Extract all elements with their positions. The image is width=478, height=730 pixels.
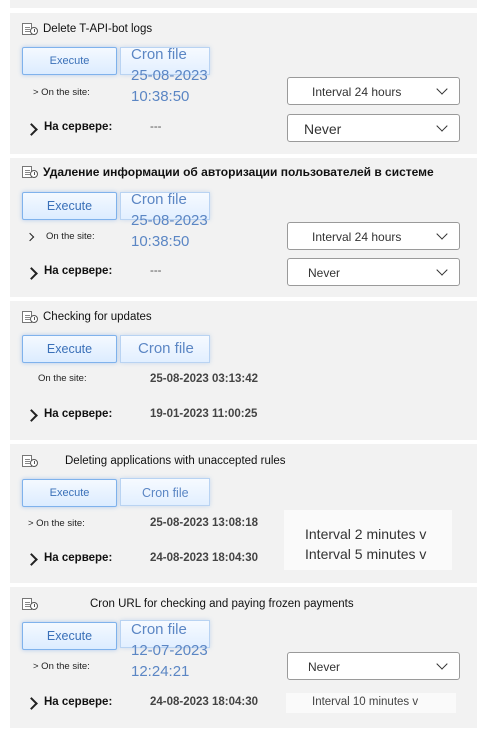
task-title-text: Cron URL for checking and paying frozen … <box>90 598 354 610</box>
server-interval-select[interactable]: Interval 10 minutes v <box>286 693 456 713</box>
task-card: Cron URL for checking and paying frozen … <box>10 587 477 728</box>
on-site-label: On the site: <box>38 373 87 384</box>
task-title-text: Deleting applications with unaccepted ru… <box>65 455 286 467</box>
task-title-text: Удаление информации об авторизации польз… <box>43 165 434 179</box>
task-title: Checking for updates <box>22 310 152 324</box>
on-site-label: On the site: <box>46 231 95 242</box>
cron-file-time: 10:38:50 <box>131 88 190 105</box>
execute-button[interactable]: Execute <box>22 192 117 220</box>
previous-card-edge <box>10 0 477 8</box>
chevron-right-icon[interactable] <box>25 409 38 422</box>
cron-task-icon <box>22 454 40 468</box>
site-interval-value: Never <box>308 660 341 674</box>
server-interval-select[interactable]: Never <box>287 258 460 286</box>
site-interval-select[interactable]: Never <box>287 652 460 680</box>
cron-file-label: Cron file <box>131 46 187 63</box>
chevron-right-icon[interactable] <box>25 267 38 280</box>
cron-file-date: 12-07-2023 <box>131 642 208 659</box>
on-site-label: > On the site: <box>28 518 85 529</box>
chevron-right-icon[interactable] <box>25 697 38 710</box>
on-server-value: --- <box>150 121 162 133</box>
task-title: Cron URL for checking and paying frozen … <box>22 597 354 611</box>
cron-task-icon <box>22 165 40 179</box>
interval-option[interactable]: Interval 5 minutes v <box>305 546 426 562</box>
execute-button[interactable]: Execute <box>22 622 117 650</box>
server-interval-value: Never <box>308 266 341 280</box>
site-interval-select[interactable]: Interval 24 hours <box>287 77 460 105</box>
cron-task-icon <box>22 597 40 611</box>
on-server-label: На сервере: <box>44 121 113 133</box>
execute-button[interactable]: Execute <box>22 47 117 75</box>
task-title: Удаление информации об авторизации польз… <box>22 165 434 179</box>
on-server-value: 19-01-2023 11:00:25 <box>150 408 258 420</box>
on-site-value: 25-08-2023 13:08:18 <box>150 517 259 529</box>
on-server-value: 24-08-2023 18:04:30 <box>150 696 259 708</box>
task-card: Checking for updates Execute Cron file O… <box>10 301 477 440</box>
interval-option[interactable]: Interval 2 minutes v <box>305 526 426 542</box>
on-server-value: --- <box>150 265 162 277</box>
task-card: Deleting applications with unaccepted ru… <box>10 444 477 583</box>
chevron-down-icon <box>436 83 448 95</box>
cron-file-label: Cron file <box>131 621 187 638</box>
on-server-label: На сервере: <box>44 265 113 277</box>
chevron-right-icon[interactable] <box>25 553 38 566</box>
site-interval-value: Interval 24 hours <box>312 230 402 244</box>
task-title-text: Checking for updates <box>43 311 152 323</box>
on-site-value: 25-08-2023 03:13:42 <box>150 373 259 385</box>
on-server-label: На сервере: <box>44 552 113 564</box>
site-interval-value: Interval 24 hours <box>312 85 402 99</box>
chevron-right-icon[interactable] <box>25 123 38 136</box>
chevron-down-icon <box>436 228 448 240</box>
on-server-label: На сервере: <box>44 696 113 708</box>
execute-button[interactable]: Execute <box>22 479 117 507</box>
cron-file-label: Cron file <box>138 340 194 357</box>
task-title: Deleting applications with unaccepted ru… <box>22 454 286 468</box>
cron-task-icon <box>22 22 40 36</box>
cron-file-time: 12:24:21 <box>131 663 190 680</box>
on-site-label: > On the site: <box>33 87 90 98</box>
task-card: Delete T-API-bot logs Execute Cron file … <box>10 13 477 154</box>
chevron-right-icon[interactable] <box>25 232 35 242</box>
chevron-down-icon <box>436 120 448 132</box>
site-interval-select[interactable]: Interval 24 hours <box>287 222 460 250</box>
task-card: Удаление информации об авторизации польз… <box>10 158 477 297</box>
server-interval-value: Interval 10 minutes v <box>312 696 419 708</box>
on-server-label: На сервере: <box>44 408 113 420</box>
server-interval-select[interactable]: Never <box>287 114 460 142</box>
cron-file-time: 10:38:50 <box>131 233 190 250</box>
cron-file-label: Cron file <box>142 486 189 500</box>
on-site-label: > On the site: <box>33 661 90 672</box>
chevron-down-icon <box>436 658 448 670</box>
cron-file-label: Cron file <box>131 191 187 208</box>
task-title: Delete T-API-bot logs <box>22 22 152 36</box>
on-server-value: 24-08-2023 18:04:30 <box>150 552 259 564</box>
cron-file-date: 25-08-2023 <box>131 212 208 229</box>
cron-file-date: 25-08-2023 <box>131 67 208 84</box>
cron-task-icon <box>22 310 40 324</box>
chevron-down-icon <box>436 264 448 276</box>
server-interval-value: Never <box>304 121 342 137</box>
task-title-text: Delete T-API-bot logs <box>43 23 153 35</box>
execute-button[interactable]: Execute <box>22 335 117 363</box>
